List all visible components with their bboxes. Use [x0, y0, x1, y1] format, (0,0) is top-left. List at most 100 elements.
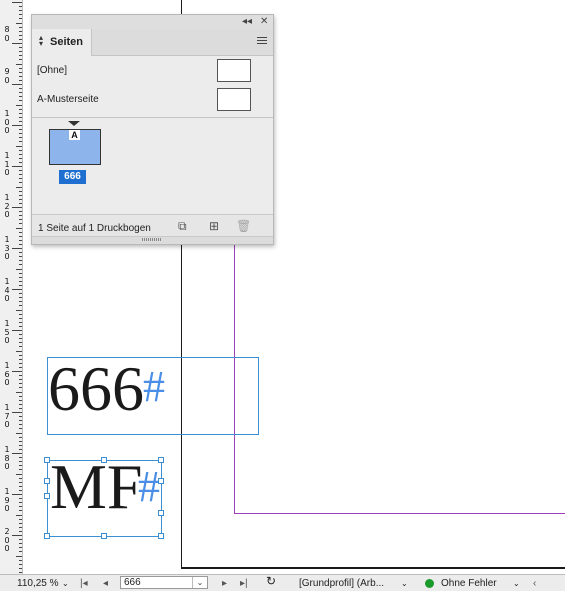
ruler-tick — [19, 55, 22, 57]
preflight-profile[interactable]: [Grundprofil] (Arb... — [299, 577, 384, 590]
tab-arrows-icon[interactable]: ▴ ▾ — [39, 34, 43, 48]
panel-menu-icon[interactable] — [257, 37, 267, 46]
page-number-value: 666 — [124, 577, 141, 588]
page-dropdown-icon[interactable]: ⌄ — [192, 577, 207, 588]
ruler-tick — [19, 481, 22, 483]
ruler-tick — [19, 153, 22, 155]
ruler-tick — [19, 211, 22, 213]
zoom-dropdown-icon[interactable]: ⌄ — [62, 577, 69, 590]
ruler-tick — [19, 239, 22, 241]
ruler-tick — [19, 387, 22, 389]
ruler-tick — [19, 489, 22, 491]
ruler-label: 180 — [4, 445, 10, 471]
ruler-tick — [16, 268, 22, 270]
current-page-marker-icon — [68, 121, 80, 126]
ruler-tick — [16, 186, 22, 188]
selection-handle-w[interactable] — [44, 478, 50, 484]
ruler-tick — [19, 112, 22, 114]
preflight-status-text[interactable]: Ohne Fehler — [441, 577, 497, 590]
selection-handle-w2[interactable] — [44, 493, 50, 499]
selection-handle-s[interactable] — [101, 533, 107, 539]
selection-handle-e[interactable] — [158, 478, 164, 484]
ruler-tick — [19, 420, 22, 422]
preflight-dropdown-icon[interactable]: ⌄ — [513, 577, 520, 590]
ruler-tick — [19, 485, 22, 487]
ruler-tick — [19, 280, 22, 282]
ruler-tick — [19, 403, 22, 405]
ruler-label: 160 — [4, 361, 10, 387]
ruler-tick — [19, 547, 22, 549]
frame-666-end-marker: # — [143, 362, 165, 411]
delete-page-icon[interactable]: 🗑 — [236, 219, 251, 233]
ruler-tick — [19, 133, 22, 135]
ruler-label: 90 — [4, 67, 10, 85]
ruler-tick — [12, 84, 22, 85]
panel-title-bar[interactable]: ◂◂ ✕ — [32, 15, 273, 30]
page-bottom-edge — [181, 567, 565, 569]
ruler-label: 130 — [4, 235, 10, 261]
ruler-tick — [19, 194, 22, 196]
ruler-tick — [12, 453, 22, 454]
ruler-tick — [16, 432, 22, 434]
edit-page-size-icon[interactable]: ⧉ — [178, 219, 187, 234]
ruler-tick — [19, 276, 22, 278]
panel-tab-row: ▴ ▾ Seiten — [32, 29, 273, 56]
last-page-icon[interactable]: ▸| — [240, 577, 248, 590]
page-number-input[interactable]: 666 ⌄ — [120, 576, 208, 589]
new-page-icon[interactable]: ⊞ — [209, 219, 219, 233]
panel-resize-grip[interactable] — [32, 236, 273, 244]
previous-page-icon[interactable]: ◂ — [103, 577, 108, 590]
tab-seiten-label: Seiten — [50, 36, 84, 48]
vertical-ruler[interactable]: 80 90 100 110 120 130 140 150 160 170 180 190 200 — [0, 0, 23, 574]
ruler-tick — [16, 350, 22, 352]
masters-divider[interactable] — [32, 117, 273, 118]
scroll-left-icon[interactable]: ‹ — [533, 577, 536, 590]
margin-guide-bottom — [234, 513, 565, 514]
tab-seiten[interactable]: ▴ ▾ Seiten — [32, 29, 92, 56]
selection-handle-nw[interactable] — [44, 457, 50, 463]
first-page-icon[interactable]: |◂ — [80, 577, 88, 590]
ruler-tick — [19, 141, 22, 143]
selection-handle-n[interactable] — [101, 457, 107, 463]
ruler-tick — [16, 145, 22, 147]
ruler-tick — [19, 198, 22, 200]
ruler-tick — [12, 2, 22, 3]
ruler-tick — [19, 366, 22, 368]
ruler-tick — [19, 59, 22, 61]
ruler-tick — [19, 14, 22, 16]
ruler-tick — [19, 440, 22, 442]
selection-handle-sw[interactable] — [44, 533, 50, 539]
preflight-status-icon — [425, 579, 434, 588]
ruler-tick — [19, 18, 22, 20]
ruler-tick — [19, 108, 22, 110]
close-icon[interactable]: ✕ — [260, 15, 268, 29]
zoom-level[interactable]: 110,25 % — [17, 577, 59, 590]
ruler-tick — [19, 539, 22, 541]
master-thumb-none[interactable] — [217, 59, 251, 82]
ruler-tick — [19, 383, 22, 385]
ruler-tick — [19, 379, 22, 381]
master-row-a[interactable]: A-Musterseite — [32, 86, 273, 114]
ruler-tick — [16, 391, 22, 393]
ruler-tick — [19, 182, 22, 184]
ruler-tick — [19, 444, 22, 446]
ruler-tick — [19, 170, 22, 172]
next-page-icon[interactable]: ▸ — [222, 577, 227, 590]
ruler-tick — [19, 457, 22, 459]
ruler-tick — [19, 96, 22, 98]
open-in-new-window-icon[interactable]: ↻ — [266, 575, 276, 588]
ruler-tick — [19, 284, 22, 286]
master-row-none[interactable]: [Ohne] — [32, 57, 273, 85]
ruler-tick — [19, 174, 22, 176]
selection-handle-e2[interactable] — [158, 510, 164, 516]
ruler-tick — [19, 30, 22, 32]
profile-dropdown-icon[interactable]: ⌄ — [401, 577, 408, 590]
ruler-tick — [19, 116, 22, 118]
master-thumb-a[interactable] — [217, 88, 251, 111]
selection-handle-se[interactable] — [158, 533, 164, 539]
selection-handle-ne[interactable] — [158, 457, 164, 463]
collapse-panel-icon[interactable]: ◂◂ — [242, 15, 252, 29]
ruler-tick — [19, 272, 22, 274]
ruler-tick — [19, 92, 22, 94]
page-number-label[interactable]: 666 — [59, 170, 86, 184]
